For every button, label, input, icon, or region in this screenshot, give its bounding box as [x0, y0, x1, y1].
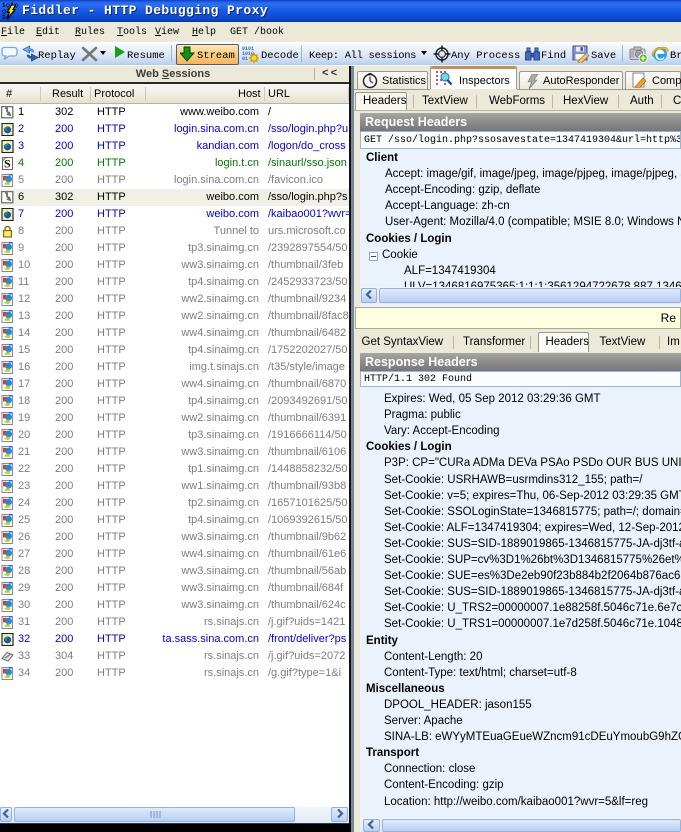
svg-text:01: 01 [242, 56, 248, 62]
